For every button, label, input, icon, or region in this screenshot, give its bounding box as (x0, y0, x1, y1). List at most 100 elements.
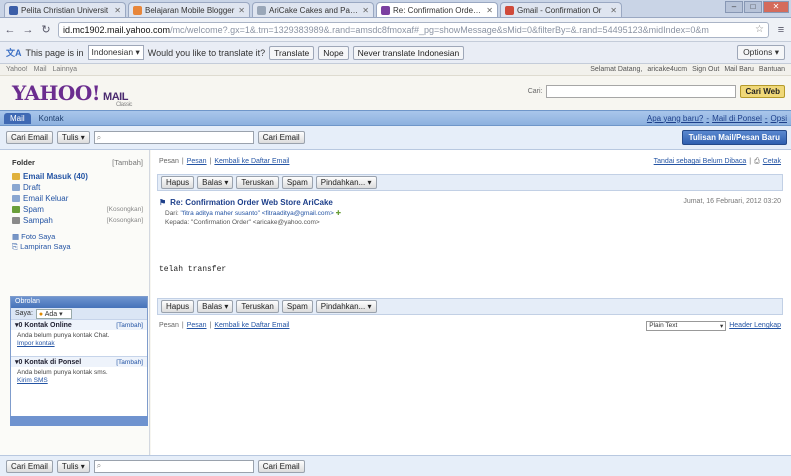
web-search-button[interactable]: Cari Web (740, 85, 785, 98)
browser-tab[interactable]: AriCake Cakes and Pastri ✕ (252, 2, 374, 17)
delete-button[interactable]: Hapus (161, 300, 195, 313)
folder-trash[interactable]: Sampah [Kosongkan] (0, 215, 149, 226)
flag-icon[interactable]: ⚑ (159, 198, 166, 207)
tab-contacts[interactable]: Kontak (33, 113, 70, 124)
add-phone-contact-link[interactable]: [Tambah] (116, 359, 143, 366)
url-input[interactable]: id.mc1902.mail.yahoo.com/mc/welcome?.gx=… (58, 21, 769, 38)
translate-prefix: This page is in (25, 47, 84, 58)
print-icon[interactable]: ⎙ (754, 158, 760, 166)
move-button[interactable]: Pindahkan... ▾ (315, 176, 377, 189)
folder-inbox[interactable]: Email Masuk (40) (0, 171, 149, 182)
mail-search-input[interactable]: ⌕ (93, 131, 254, 144)
mobile-mail-link[interactable]: Mail di Ponsel (712, 114, 762, 123)
import-contacts-link[interactable]: Impor kontak (17, 340, 55, 347)
full-headers-link[interactable]: Header Lengkap (729, 322, 781, 329)
mail-search-input[interactable]: ⌕ (93, 459, 254, 473)
chat-status: Saya: ● Ada ▾ (11, 308, 147, 319)
options-button[interactable]: Options ▾ (737, 45, 785, 60)
forward-button[interactable]: Teruskan (236, 176, 279, 189)
top-link[interactable]: Yahoo! (6, 66, 28, 73)
back-to-list-link[interactable]: Kembali ke Daftar Email (214, 322, 289, 329)
nope-button[interactable]: Nope (318, 45, 349, 60)
close-icon[interactable]: ✕ (763, 1, 789, 13)
forward-button[interactable]: Teruskan (236, 300, 279, 313)
wrench-icon[interactable]: ≡ (775, 24, 787, 36)
mail-search-button[interactable]: Cari Email (257, 131, 305, 144)
move-button[interactable]: Pindahkan... ▾ (315, 300, 377, 313)
never-translate-button[interactable]: Never translate Indonesian (352, 45, 465, 60)
yahoo-mail-logo[interactable]: YAHOO! MAIL Classic (12, 81, 132, 108)
prev-message-link[interactable]: Pesan (159, 158, 179, 165)
top-link[interactable]: Lainnya (53, 66, 78, 73)
forward-arrow-icon[interactable]: → (22, 24, 34, 36)
reply-button[interactable]: Balas ▾ (197, 300, 234, 313)
mail-search-button[interactable]: Cari Email (257, 459, 305, 473)
browser-tab[interactable]: Pelita Christian Universit ✕ (4, 2, 126, 17)
next-message-link[interactable]: Pesan (187, 322, 207, 329)
tab-close-icon[interactable]: ✕ (486, 6, 493, 15)
tab-label: Pelita Christian Universit (21, 5, 109, 15)
welcome-text: Selamat Datang, (590, 66, 643, 73)
options-link[interactable]: Opsi (771, 114, 787, 123)
check-mail-button[interactable]: Cari Email (6, 459, 53, 473)
help-link[interactable]: Bantuan (759, 66, 785, 73)
tab-close-icon[interactable]: ✕ (362, 6, 369, 15)
new-mail-link[interactable]: Mail Baru (724, 66, 754, 73)
inbox-icon (12, 173, 20, 180)
chat-status-select[interactable]: ● Ada ▾ (35, 308, 72, 319)
new-message-button[interactable]: Tulis ▾ (56, 459, 90, 473)
whats-new-link[interactable]: Apa yang baru? (647, 114, 704, 123)
sidebar-footer (10, 416, 148, 426)
mark-unread-link[interactable]: Tandai sebagai Belum Dibaca (654, 158, 747, 165)
minimize-icon[interactable]: – (725, 1, 743, 13)
favicon-icon (381, 5, 390, 15)
check-mail-button[interactable]: Cari Email (6, 131, 53, 144)
reply-button[interactable]: Balas ▾ (197, 176, 234, 189)
folder-draft[interactable]: Draft (0, 182, 149, 193)
tab-close-icon[interactable]: ✕ (114, 6, 121, 15)
my-photos-link[interactable]: ▦ Foto Saya (12, 232, 143, 242)
browser-tab-active[interactable]: Re: Confirmation Order W ✕ (376, 2, 498, 17)
add-folder-link[interactable]: [Tambah] (112, 158, 143, 167)
maximize-icon[interactable]: □ (744, 1, 762, 13)
top-link[interactable]: Mail (34, 66, 47, 73)
online-contacts-header[interactable]: ▾ 0 Kontak Online [Tambah] (11, 319, 147, 330)
translate-button[interactable]: Translate (269, 45, 315, 60)
favicon-icon (9, 5, 18, 15)
back-to-list-link[interactable]: Kembali ke Daftar Email (214, 158, 289, 165)
text-format-select[interactable]: Plain Text ▾ (646, 320, 727, 331)
folder-sent[interactable]: Email Keluar (0, 193, 149, 204)
prev-message-link[interactable]: Pesan (159, 322, 179, 329)
new-message-button[interactable]: Tulis ▾ (56, 131, 90, 144)
sidebar: Folder [Tambah] Email Masuk (40) Draft E… (0, 150, 150, 455)
spam-button[interactable]: Spam (281, 176, 313, 189)
browser-tab[interactable]: Belajaran Mobile Blogger ✕ (128, 2, 250, 17)
send-sms-link[interactable]: Kirim SMS (17, 377, 48, 384)
mail-toolbar: Cari Email Tulis ▾ ⌕ Cari Email Tulisan … (0, 126, 791, 150)
phone-contacts-header[interactable]: ▾ 0 Kontak di Ponsel [Tambah] (11, 356, 147, 367)
web-search-input[interactable] (546, 85, 737, 98)
print-link[interactable]: Cetak (763, 158, 781, 165)
tab-label: Re: Confirmation Order W (393, 5, 484, 15)
bookmark-star-icon[interactable]: ☆ (751, 24, 764, 35)
tab-close-icon[interactable]: ✕ (238, 6, 245, 15)
tab-mail[interactable]: Mail (4, 112, 31, 124)
browser-tab[interactable]: Gmail - Confirmation Or ✕ (500, 2, 622, 17)
back-arrow-icon[interactable]: ← (4, 24, 16, 36)
sign-out-link[interactable]: Sign Out (692, 66, 719, 73)
spam-button[interactable]: Spam (281, 300, 313, 313)
add-online-contact-link[interactable]: [Tambah] (116, 322, 143, 329)
delete-button[interactable]: Hapus (161, 176, 195, 189)
tab-close-icon[interactable]: ✕ (610, 6, 617, 15)
favicon-icon (505, 5, 514, 15)
message-to: Kepada: "Confirmation Order" <aricake@ya… (165, 219, 320, 226)
my-attachments-link[interactable]: ⎘ Lampiran Saya (12, 242, 143, 252)
add-contact-icon[interactable]: ✚ (336, 210, 341, 217)
compose-button[interactable]: Tulisan Mail/Pesan Baru (681, 130, 787, 145)
message-body: telah transfer (159, 265, 227, 274)
next-message-link[interactable]: Pesan (187, 158, 207, 165)
reload-icon[interactable]: ↻ (40, 23, 52, 36)
folder-spam[interactable]: Spam [Kosongkan] (0, 204, 149, 215)
sender-address[interactable]: "fitra aditya maher susanto" <fitraadity… (181, 210, 334, 217)
language-select[interactable]: Indonesian ▾ (87, 45, 144, 60)
